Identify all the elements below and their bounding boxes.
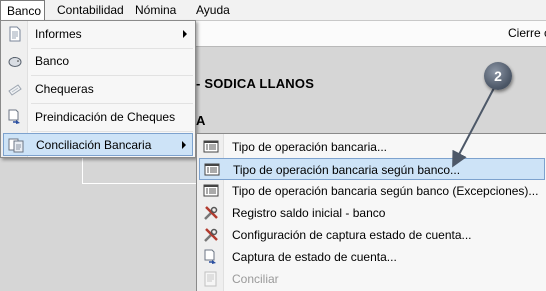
submenu-item-configuracion-captura[interactable]: Configuración de captura estado de cuent… [199,224,545,246]
menu-nomina[interactable]: Nómina [129,0,182,20]
submenu-item-tipo-operacion-excepciones[interactable]: Tipo de operación bancaria según banco (… [199,180,545,202]
list-window-icon [203,183,219,199]
cierre-tab[interactable]: Cierre c [508,26,546,40]
submenu-item-tipo-operacion-segun-banco[interactable]: Tipo de operación bancaria según banco..… [199,158,545,180]
menu-banco[interactable]: Banco [0,0,45,21]
document-arrow-icon [7,109,23,125]
menu-item-banco[interactable]: Banco [3,50,193,73]
document-icon [7,26,23,42]
submenu-item-conciliar: Conciliar [199,268,545,290]
submenu-item-tipo-operacion[interactable]: Tipo de operación bancaria... [199,136,545,158]
submenu-arrow-icon [183,30,187,38]
menu-item-label: Conciliación Bancaria [36,138,152,152]
menu-item-label: Informes [35,27,82,41]
reconcile-icon [8,137,24,153]
menu-item-conciliacion-bancaria[interactable]: Conciliación Bancaria [3,133,193,156]
section-title: A [196,113,206,128]
menu-item-label: Chequeras [35,82,94,96]
menu-bar: Banco Contabilidad Nómina Ayuda [0,0,546,21]
reconcile-icon [203,271,219,287]
submenu-item-registro-saldo-inicial[interactable]: Registro saldo inicial - banco [199,202,545,224]
submenu-item-label: Configuración de captura estado de cuent… [232,228,472,242]
submenu-item-label: Captura de estado de cuenta... [232,250,397,264]
checkbook-icon [7,81,23,97]
submenu-item-label: Registro saldo inicial - banco [232,206,386,220]
menu-item-chequeras[interactable]: Chequeras [3,78,193,101]
menu-item-label: Preindicación de Cheques [35,110,176,124]
callout-badge: 2 [484,62,512,90]
menu-item-label: Banco [35,54,70,68]
menu-separator [31,75,193,76]
submenu-item-label: Tipo de operación bancaria según banco..… [233,163,461,177]
submenu-item-label: Tipo de operación bancaria según banco (… [232,184,539,198]
organization-title: - SODICA LLANOS [196,76,315,91]
menu-separator [31,103,193,104]
tools-icon [203,205,219,221]
document-arrow-icon [203,249,219,265]
submenu-arrow-icon [182,141,186,149]
piggy-bank-icon [7,53,23,69]
menu-ayuda[interactable]: Ayuda [190,0,236,20]
banco-dropdown: Informes Banco Chequeras Preindicación d… [0,20,196,158]
submenu-item-captura-estado-cuenta[interactable]: Captura de estado de cuenta... [199,246,545,268]
submenu-item-label: Tipo de operación bancaria... [232,140,387,154]
divider-line [82,183,198,184]
submenu-item-label: Conciliar [232,272,279,286]
list-window-icon [203,139,219,155]
menu-separator [31,131,193,132]
conciliacion-submenu: Tipo de operación bancaria... Tipo de op… [196,133,546,291]
menu-separator [31,48,193,49]
menu-item-informes[interactable]: Informes [3,23,193,46]
tools-icon [203,227,219,243]
menu-contabilidad[interactable]: Contabilidad [51,0,130,20]
menu-item-preindicacion-cheques[interactable]: Preindicación de Cheques [3,106,193,129]
list-window-icon [204,162,220,178]
